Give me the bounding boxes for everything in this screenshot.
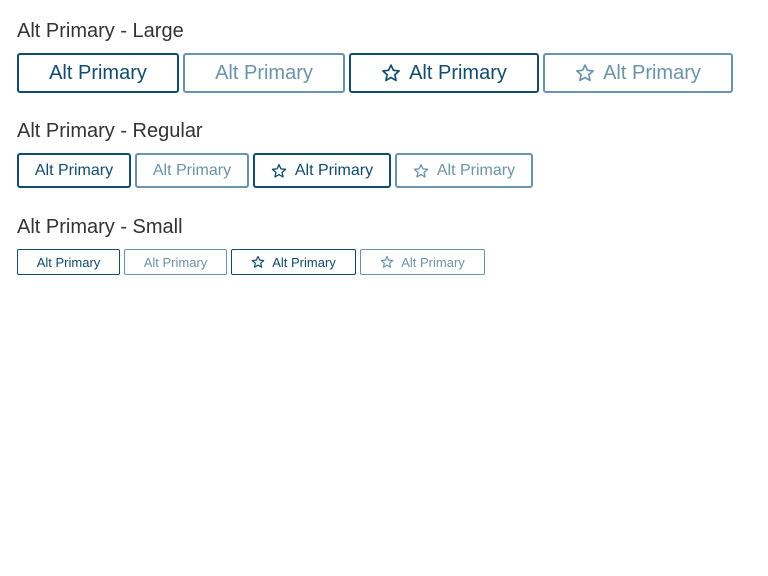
- alt-primary-star-button-small-disabled[interactable]: Alt Primary: [360, 249, 485, 275]
- alt-primary-button-regular-disabled[interactable]: Alt Primary: [135, 153, 249, 188]
- section-title-small: Alt Primary - Small: [17, 216, 183, 238]
- star-icon: [380, 255, 394, 269]
- alt-primary-button-large[interactable]: Alt Primary: [17, 53, 179, 93]
- button-label: Alt Primary: [409, 61, 507, 84]
- alt-primary-star-button-large-disabled[interactable]: Alt Primary: [543, 53, 733, 93]
- button-label: Alt Primary: [143, 254, 208, 270]
- star-icon: [413, 163, 429, 179]
- section-small: Alt Primary - Small Alt Primary Alt Prim…: [17, 215, 485, 275]
- section-regular: Alt Primary - Regular Alt Primary Alt Pr…: [17, 119, 533, 188]
- alt-primary-star-button-regular[interactable]: Alt Primary: [253, 153, 391, 188]
- alt-primary-button-regular[interactable]: Alt Primary: [17, 153, 131, 188]
- button-label: Alt Primary: [34, 161, 114, 179]
- button-row-regular: Alt Primary Alt Primary Alt Primary Alt …: [17, 153, 533, 188]
- star-icon: [381, 63, 401, 83]
- button-label: Alt Primary: [49, 61, 147, 84]
- button-row-small: Alt Primary Alt Primary Alt Primary Alt …: [17, 249, 485, 275]
- alt-primary-button-small[interactable]: Alt Primary: [17, 249, 120, 275]
- button-label: Alt Primary: [36, 254, 101, 270]
- alt-primary-star-button-regular-disabled[interactable]: Alt Primary: [395, 153, 533, 188]
- button-label: Alt Primary: [294, 161, 374, 179]
- alt-primary-button-small-disabled[interactable]: Alt Primary: [124, 249, 227, 275]
- star-icon: [251, 255, 265, 269]
- button-row-large: Alt Primary Alt Primary Alt Primary Alt …: [17, 53, 733, 93]
- button-label: Alt Primary: [215, 61, 313, 84]
- alt-primary-star-button-large[interactable]: Alt Primary: [349, 53, 539, 93]
- button-label: Alt Primary: [436, 161, 516, 179]
- button-label: Alt Primary: [152, 161, 232, 179]
- alt-primary-star-button-small[interactable]: Alt Primary: [231, 249, 356, 275]
- section-title-regular: Alt Primary - Regular: [17, 120, 203, 142]
- section-title-large: Alt Primary - Large: [17, 20, 184, 42]
- alt-primary-button-large-disabled[interactable]: Alt Primary: [183, 53, 345, 93]
- button-label: Alt Primary: [401, 254, 465, 270]
- button-label: Alt Primary: [603, 61, 701, 84]
- button-label: Alt Primary: [272, 254, 336, 270]
- star-icon: [575, 63, 595, 83]
- star-icon: [271, 163, 287, 179]
- section-large: Alt Primary - Large Alt Primary Alt Prim…: [17, 19, 733, 93]
